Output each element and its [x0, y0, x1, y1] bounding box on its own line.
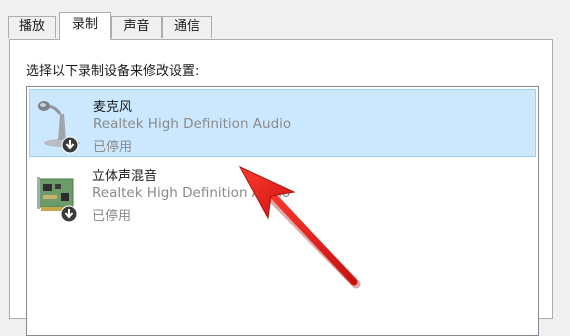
tab-strip: 播放 录制 声音 通信 [0, 0, 570, 40]
device-status: 已停用 [92, 209, 132, 224]
disabled-down-arrow-badge-icon [61, 136, 79, 154]
tab-sounds[interactable]: 声音 [111, 16, 162, 38]
recording-panel: 选择以下录制设备来修改设置: 麦克风 Realtek High Definiti… [9, 39, 553, 336]
device-item-microphone[interactable]: 麦克风 Realtek High Definition Audio 已停用 [29, 89, 536, 157]
tab-communications[interactable]: 通信 [162, 16, 212, 38]
disabled-down-arrow-badge-icon [60, 205, 78, 223]
device-list: 麦克风 Realtek High Definition Audio 已停用 立体… [26, 86, 539, 336]
instruction-text: 选择以下录制设备来修改设置: [26, 64, 200, 79]
device-name: 麦克风 [93, 100, 133, 115]
device-driver: Realtek High Definition Audio [92, 185, 291, 201]
tab-playback[interactable]: 播放 [8, 16, 56, 38]
device-name: 立体声混音 [92, 169, 158, 184]
tab-recording[interactable]: 录制 [59, 12, 111, 40]
device-driver: Realtek High Definition Audio [93, 116, 292, 132]
device-status: 已停用 [93, 140, 133, 155]
device-item-stereo-mix[interactable]: 立体声混音 Realtek High Definition Audio 已停用 [29, 159, 536, 227]
